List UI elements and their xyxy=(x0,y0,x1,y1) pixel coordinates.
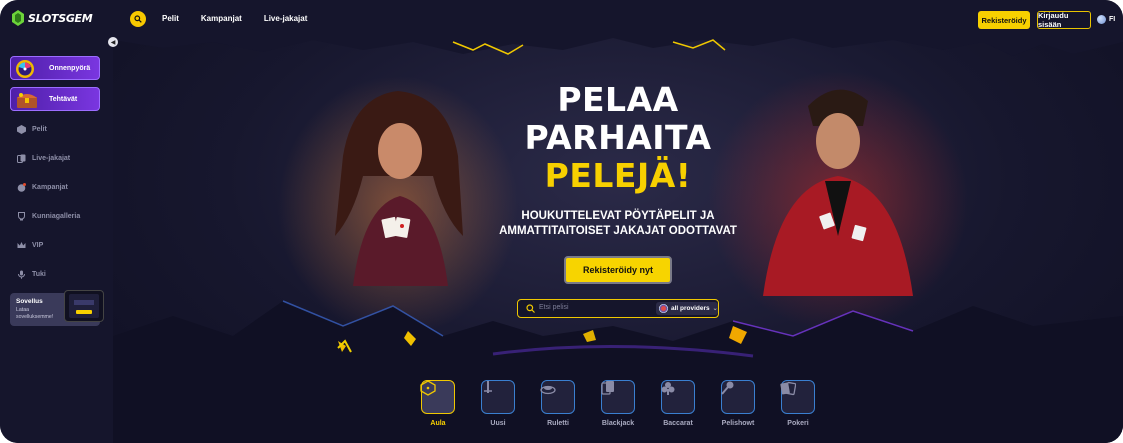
gift-icon xyxy=(17,183,26,192)
sidebar-item-label: Tuki xyxy=(32,271,46,278)
category-pelishowt[interactable]: Pelishowt xyxy=(720,380,756,427)
providers-label: all providers xyxy=(671,305,710,312)
register-button[interactable]: Rekisteröidy xyxy=(978,11,1030,29)
sidebar-promo-wheel[interactable]: Onnenpyörä xyxy=(10,56,100,80)
category-label: Pokeri xyxy=(787,420,809,427)
cards-icon xyxy=(17,154,26,163)
hero-subtitle-line-1: HOUKUTTELEVAT PÖYTÄPELIT JA xyxy=(521,210,715,222)
globe-icon xyxy=(1097,15,1106,24)
login-button[interactable]: Kirjaudu sisään xyxy=(1037,11,1091,29)
sidebar-item-label: Kampanjat xyxy=(32,184,68,191)
category-pokeri[interactable]: Pokeri xyxy=(780,380,816,427)
logo-text: SLOTSGEM xyxy=(28,11,93,25)
category-baccarat[interactable]: Baccarat xyxy=(660,380,696,427)
poker-cards-icon xyxy=(780,381,796,396)
category-label: Pelishowt xyxy=(721,420,755,427)
category-label: Blackjack xyxy=(601,420,635,427)
sidebar-item-tuki[interactable]: Tuki xyxy=(17,270,46,279)
app-card-text: Lataa sovelluksemme! xyxy=(16,307,54,320)
logo[interactable]: SLOTSGEM xyxy=(12,10,93,26)
hero-title-line-3: PELEJÄ! xyxy=(544,156,692,195)
hero-title-line-1: PELAA xyxy=(557,80,679,119)
dice-icon xyxy=(420,380,436,396)
hero-register-button[interactable]: Rekisteröidy nyt xyxy=(564,256,672,284)
language-selector[interactable]: FI xyxy=(1097,15,1115,24)
games-icon xyxy=(17,125,26,134)
hero-subtitle-line-2: AMMATTITAITOISET JAKAJAT ODOTTAVAT xyxy=(499,225,737,237)
chevron-down-icon: ⌄ xyxy=(712,306,718,312)
sidebar-item-pelit[interactable]: Pelit xyxy=(17,125,47,134)
microphone-icon xyxy=(721,381,734,395)
app-card-title: Sovellus xyxy=(16,298,43,305)
category-label: Ruletti xyxy=(547,420,569,427)
category-label: Aula xyxy=(430,420,446,427)
roulette-icon xyxy=(540,385,556,395)
app-download-card[interactable]: Sovellus Lataa sovelluksemme! xyxy=(10,290,104,326)
sidebar-item-kampanjat[interactable]: Kampanjat xyxy=(17,183,68,192)
search-input[interactable]: Etsi pelisi xyxy=(539,304,569,311)
sidebar-item-kunniagalleria[interactable]: Kunniagalleria xyxy=(17,212,80,221)
search-icon xyxy=(134,15,142,23)
crown-icon xyxy=(17,242,26,248)
hero-banner: PELAA PARHAITA PELEJÄ! HOUKUTTELEVAT PÖY… xyxy=(113,36,1123,443)
nav-live-jakajat[interactable]: Live-jakajat xyxy=(264,14,308,23)
collapse-sidebar-button[interactable]: ◀ xyxy=(108,37,118,47)
club-suit-icon xyxy=(661,382,675,395)
promo-label: Tehtävät xyxy=(49,95,78,103)
trophy-icon xyxy=(18,212,25,221)
providers-dropdown[interactable]: all providers ⌄ xyxy=(656,302,718,315)
main-nav: Pelit Kampanjat Live-jakajat xyxy=(162,14,307,23)
nav-pelit[interactable]: Pelit xyxy=(162,14,179,23)
category-label: Baccarat xyxy=(663,420,693,427)
sidebar-item-live-jakajat[interactable]: Live-jakajat xyxy=(17,154,70,163)
nav-kampanjat[interactable]: Kampanjat xyxy=(201,14,242,23)
provider-icon xyxy=(659,304,668,313)
gem-icon xyxy=(12,10,24,26)
language-code: FI xyxy=(1109,16,1116,23)
category-label: Uusi xyxy=(490,420,506,427)
chevron-left-icon: ◀ xyxy=(110,39,116,46)
category-ruletti[interactable]: Ruletti xyxy=(540,380,576,427)
sidebar-promo-tasks[interactable]: Tehtävät xyxy=(10,87,100,111)
sidebar: Onnenpyörä Tehtävät Pelit Live-jakajat K… xyxy=(0,36,113,443)
sword-icon xyxy=(484,381,492,393)
app-frame: SLOTSGEM Pelit Kampanjat Live-jakajat Re… xyxy=(0,0,1123,443)
game-search-bar[interactable]: Etsi pelisi all providers ⌄ xyxy=(517,299,719,318)
category-uusi[interactable]: Uusi xyxy=(480,380,516,427)
search-button[interactable] xyxy=(130,11,146,27)
treasure-chest-icon xyxy=(17,93,37,108)
sidebar-item-label: Live-jakajat xyxy=(32,155,71,162)
playing-cards-icon xyxy=(601,381,614,395)
promo-label: Onnenpyörä xyxy=(49,64,91,72)
search-icon xyxy=(526,304,535,313)
category-blackjack[interactable]: Blackjack xyxy=(600,380,636,427)
sidebar-item-vip[interactable]: VIP xyxy=(17,241,43,250)
sidebar-item-label: Pelit xyxy=(32,126,47,133)
sidebar-item-label: VIP xyxy=(32,242,44,249)
top-header: SLOTSGEM Pelit Kampanjat Live-jakajat Re… xyxy=(0,0,1123,36)
phone-image xyxy=(64,290,104,322)
sidebar-item-label: Kunniagalleria xyxy=(32,213,81,220)
category-aula[interactable]: Aula xyxy=(420,380,456,427)
wheel-icon xyxy=(16,60,34,78)
microphone-icon xyxy=(18,270,25,279)
hero-title-line-2: PARHAITA xyxy=(524,118,712,157)
